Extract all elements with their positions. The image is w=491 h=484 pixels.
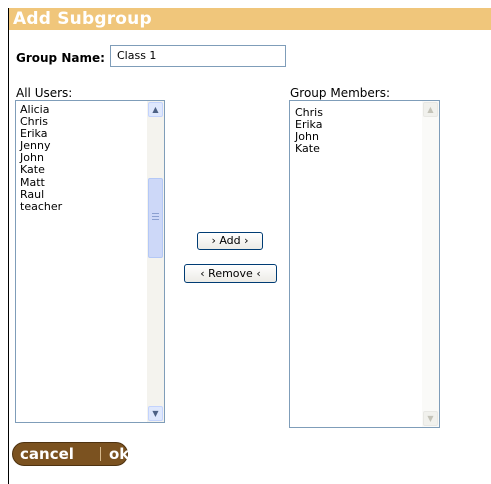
group-members-label: Group Members: — [290, 86, 391, 100]
triangle-down-icon[interactable]: ▼ — [423, 411, 438, 426]
left-border — [8, 8, 9, 484]
scrollbar-grip-icon — [152, 213, 159, 214]
group-name-input[interactable]: Class 1 — [110, 45, 286, 67]
all-users-items: Alicia Chris Erika Jenny John Kate Matt … — [20, 103, 62, 213]
list-item[interactable]: Kate — [20, 164, 62, 176]
pill-divider — [100, 447, 101, 461]
list-item[interactable]: Raul — [20, 188, 62, 201]
scrollbar-grip-icon — [152, 219, 159, 220]
cancel-button[interactable]: cancel — [20, 443, 74, 465]
all-users-listbox[interactable]: Alicia Chris Erika Jenny John Kate Matt … — [15, 100, 165, 423]
triangle-down-icon[interactable]: ▼ — [148, 406, 163, 421]
scrollbar-thumb[interactable] — [148, 178, 163, 258]
all-users-scrollbar[interactable]: ▲ ▼ — [147, 101, 164, 422]
cancel-ok-pill: cancel ok — [12, 442, 129, 466]
page-title: Add Subgroup — [13, 9, 152, 29]
triangle-up-icon[interactable]: ▲ — [423, 102, 438, 117]
group-name-label: Group Name: — [16, 51, 105, 65]
group-members-scrollbar[interactable]: ▲ ▼ — [422, 101, 439, 427]
header-bar: Add Subgroup — [9, 8, 491, 30]
remove-button[interactable]: ‹ Remove ‹ — [184, 264, 277, 283]
group-members-items: Chris Erika John Kate — [295, 106, 323, 155]
list-item[interactable]: Matt — [20, 176, 62, 189]
add-button[interactable]: › Add › — [197, 232, 263, 250]
list-item[interactable]: Kate — [295, 143, 323, 155]
group-members-listbox[interactable]: Chris Erika John Kate ▲ ▼ — [289, 100, 440, 428]
ok-button[interactable]: ok — [109, 443, 129, 465]
scrollbar-grip-icon — [152, 216, 159, 217]
triangle-up-icon[interactable]: ▲ — [148, 102, 163, 117]
all-users-label: All Users: — [16, 86, 73, 100]
list-item[interactable]: teacher — [20, 200, 62, 213]
